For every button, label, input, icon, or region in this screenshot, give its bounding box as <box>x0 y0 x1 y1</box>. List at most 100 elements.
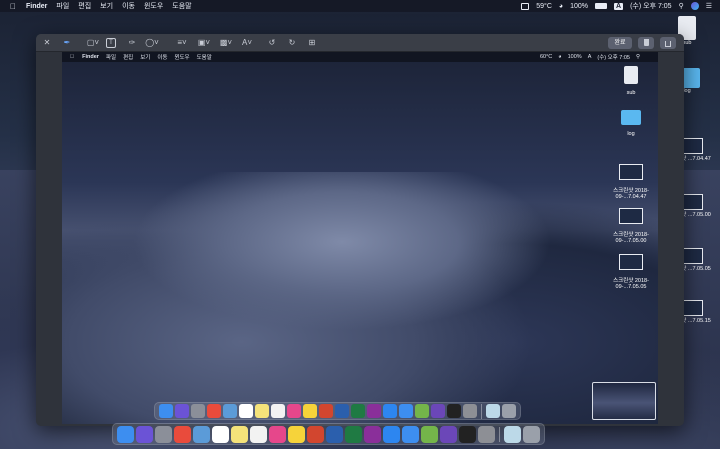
system-preferences-icon <box>463 404 477 418</box>
menu-view[interactable]: 보기 <box>100 1 113 11</box>
menu-go[interactable]: 이동 <box>122 1 135 11</box>
apple-menu-icon[interactable]:  <box>10 2 16 11</box>
done-button[interactable]: 완료 <box>608 37 632 49</box>
terminal-icon <box>447 404 461 418</box>
captured-icon-shot-3: 스크린샷 2018-09-...7.05.05 <box>608 254 654 290</box>
captured-input: A <box>587 54 592 60</box>
screenshot-canvas[interactable]:  Finder 파일 편집 보기 이동 윈도우 도움말 60°C ◕ 100%… <box>62 52 658 424</box>
screenshot-thumbnail-icon <box>619 254 643 270</box>
captured-icon-log: log <box>608 110 654 137</box>
launchpad-icon[interactable] <box>155 425 172 443</box>
markup-window: ✕ ✒ ▢˅ T ✑ ◯˅ ≡˅ ▣˅ ▩˅ A˅ ↺ ↻ ⊞ 완료  Fin… <box>36 34 684 426</box>
crop-icon[interactable]: ⊞ <box>306 37 318 49</box>
finder-icon <box>159 404 173 418</box>
menu-edit[interactable]: 편집 <box>78 1 91 11</box>
onenote-icon[interactable] <box>364 425 381 443</box>
word-icon <box>335 404 349 418</box>
dock-separator <box>481 403 482 419</box>
calendar-icon[interactable] <box>212 425 229 443</box>
sign-icon[interactable]: ✑ <box>126 37 138 49</box>
cpu-temp[interactable]: 59°C <box>536 3 552 10</box>
adjust-color-icon[interactable]: ◯˅ <box>144 37 160 49</box>
captured-icon-label: 스크린샷 2018-09-...7.05.00 <box>613 232 649 244</box>
share-button[interactable] <box>660 37 676 49</box>
notification-center-icon[interactable]: ☰ <box>706 2 712 10</box>
captured-apple-icon:  <box>70 54 74 60</box>
captured-dock <box>154 402 521 420</box>
captured-icon-shot-2: 스크린샷 2018-09-...7.05.00 <box>608 208 654 244</box>
spotlight-icon[interactable]: ⚲ <box>679 2 684 10</box>
calendar-icon <box>239 404 253 418</box>
shapes-icon[interactable]: ▢˅ <box>84 37 102 49</box>
battery-label[interactable]: 100% <box>570 3 588 10</box>
rotate-left-icon[interactable]: ↺ <box>266 37 278 49</box>
share-icon <box>665 41 671 47</box>
trash-icon <box>643 39 649 46</box>
trash-icon[interactable] <box>523 425 540 443</box>
captured-menu-view: 보기 <box>136 55 150 61</box>
line-style-icon[interactable]: ≡˅ <box>174 37 190 49</box>
screenshot-thumbnail-preview[interactable] <box>592 382 656 420</box>
terminal-alt-icon <box>431 404 445 418</box>
captured-menu-bar:  Finder 파일 편집 보기 이동 윈도우 도움말 60°C ◕ 100%… <box>62 52 658 62</box>
captured-app-name: Finder <box>78 54 99 60</box>
text-style-label: A <box>241 38 248 47</box>
chrome-icon <box>207 404 221 418</box>
input-source[interactable]: A <box>614 2 624 10</box>
app-store-icon[interactable] <box>383 425 400 443</box>
sketch-pen-icon[interactable]: ✒ <box>60 37 74 49</box>
menu-help[interactable]: 도움말 <box>172 1 191 11</box>
terminal-icon[interactable] <box>459 425 476 443</box>
siri-icon[interactable] <box>690 2 699 10</box>
captured-temp: 60°C <box>539 54 553 60</box>
menu-app-name[interactable]: Finder <box>26 3 47 10</box>
fill-color-icon[interactable]: ▩˅ <box>218 37 234 49</box>
close-icon[interactable]: ✕ <box>42 37 52 49</box>
captured-icon-label: log <box>627 131 635 137</box>
text-style-icon[interactable]: A˅ <box>240 37 254 49</box>
clock[interactable]: (수) 오후 7:05 <box>630 1 672 11</box>
downloads-icon[interactable] <box>504 425 521 443</box>
kakaotalk-icon[interactable] <box>288 425 305 443</box>
powerpoint-icon[interactable] <box>307 425 324 443</box>
delete-button[interactable] <box>638 37 654 49</box>
kakaotalk-icon <box>303 404 317 418</box>
system-preferences-icon[interactable] <box>478 425 495 443</box>
chrome-icon[interactable] <box>174 425 191 443</box>
captured-spotlight-icon: ⚲ <box>635 54 640 60</box>
xcode-icon[interactable] <box>402 425 419 443</box>
itunes-icon[interactable] <box>269 425 286 443</box>
menu-file[interactable]: 파일 <box>56 1 69 11</box>
android-studio-icon[interactable] <box>421 425 438 443</box>
preview-icon[interactable] <box>193 425 210 443</box>
finder-icon[interactable] <box>117 425 134 443</box>
wifi-icon[interactable]: ◕ <box>559 3 563 10</box>
text-tool-icon[interactable]: T <box>106 38 116 48</box>
screenshot-thumbnail-icon <box>619 208 643 224</box>
preview-icon <box>223 404 237 418</box>
itunes-icon <box>287 404 301 418</box>
rotate-right-icon[interactable]: ↻ <box>286 37 298 49</box>
border-color-icon[interactable]: ▣˅ <box>196 37 212 49</box>
word-icon[interactable] <box>326 425 343 443</box>
menu-bar:  Finder 파일 편집 보기 이동 윈도우 도움말 59°C ◕ 100%… <box>0 0 720 12</box>
excel-icon[interactable] <box>345 425 362 443</box>
android-studio-icon <box>415 404 429 418</box>
launchpad-icon <box>191 404 205 418</box>
dock-separator <box>499 426 500 442</box>
notes-icon[interactable] <box>231 425 248 443</box>
captured-icon-label: 스크린샷 2018-09-...7.05.05 <box>613 278 649 290</box>
screenshot-thumbnail-icon <box>619 164 643 180</box>
menu-window[interactable]: 윈도우 <box>144 1 163 11</box>
cpu-temp-icon[interactable] <box>521 2 530 10</box>
reminders-icon[interactable] <box>250 425 267 443</box>
siri-icon[interactable] <box>136 425 153 443</box>
document-icon <box>624 66 638 84</box>
dock <box>112 423 545 445</box>
terminal-alt-icon[interactable] <box>440 425 457 443</box>
captured-battery: 100% <box>567 54 582 60</box>
powerpoint-icon <box>319 404 333 418</box>
excel-icon <box>351 404 365 418</box>
onenote-icon <box>367 404 381 418</box>
battery-icon[interactable] <box>595 3 608 9</box>
